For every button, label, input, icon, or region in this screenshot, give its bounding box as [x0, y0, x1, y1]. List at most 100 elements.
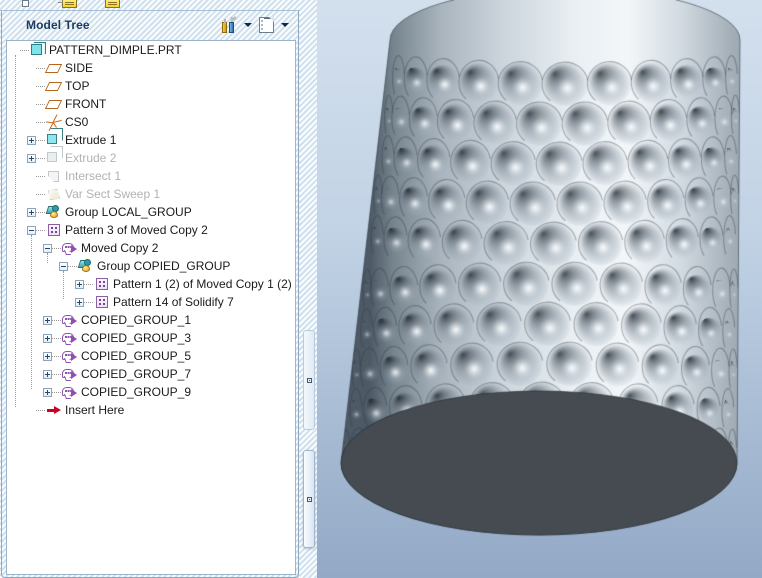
tree-item-extrude-2[interactable]: Extrude 2 [7, 149, 295, 167]
model-tree-panel: Model Tree PATTERN_DIMPLE.PRT SIDE TOP F… [1, 11, 299, 578]
tree-expand-icon[interactable] [75, 297, 84, 307]
tree-item-label: COPIED_GROUP_5 [81, 349, 192, 363]
tree-item-label: CS0 [65, 115, 89, 129]
extrude-feature-icon [46, 132, 62, 148]
dock-splitter-column [300, 0, 317, 578]
tree-item-var-sect-sweep-1[interactable]: Var Sect Sweep 1 [7, 185, 295, 203]
tree-item-label: Pattern 3 of Moved Copy 2 [65, 223, 208, 237]
tree-item-label: Insert Here [65, 403, 125, 417]
blank-page-icon[interactable] [22, 0, 29, 7]
tree-item-insert-here[interactable]: Insert Here [7, 401, 295, 419]
tree-connector-line [36, 67, 45, 69]
extrude-feature-icon [46, 150, 62, 166]
tree-item-copied-group-3[interactable]: COPIED_GROUP_3 [7, 329, 295, 347]
moved-copy-icon [62, 240, 78, 256]
tree-item-copied-group-9[interactable]: COPIED_GROUP_9 [7, 383, 295, 401]
tree-guide-line [15, 55, 16, 407]
cylinder-dimple-model[interactable] [317, 0, 762, 578]
tree-item-label: FRONT [65, 97, 107, 111]
tree-connector-line [36, 103, 45, 105]
tree-item-label: COPIED_GROUP_1 [81, 313, 192, 327]
left-dock-panel: Model Tree PATTERN_DIMPLE.PRT SIDE TOP F… [0, 11, 317, 578]
tree-item-group-copied-group[interactable]: Group COPIED_GROUP [7, 257, 295, 275]
tree-settings-icon [221, 16, 238, 33]
tree-connector-line [84, 301, 93, 303]
tree-item-pattern-3-of-moved-copy-2[interactable]: Pattern 3 of Moved Copy 2 [7, 221, 295, 239]
tree-connector-line [20, 49, 29, 51]
pattern-icon [94, 276, 110, 292]
tree-item-label: COPIED_GROUP_9 [81, 385, 192, 399]
moved-copy-icon [62, 366, 78, 382]
tree-item-extrude-1[interactable]: Extrude 1 [7, 131, 295, 149]
pattern-icon [46, 222, 62, 238]
tree-item-datum-front[interactable]: FRONT [7, 95, 295, 113]
tree-expand-icon[interactable] [43, 333, 52, 343]
datum-plane-icon [44, 96, 63, 112]
tree-settings-dropdown[interactable] [241, 14, 254, 35]
tree-connector-line [52, 319, 61, 321]
tree-connector-line [52, 391, 61, 393]
moved-copy-icon [62, 348, 78, 364]
tree-item-label: Group LOCAL_GROUP [65, 205, 192, 219]
chevron-down-icon [243, 22, 252, 27]
tree-collapse-icon[interactable] [59, 261, 68, 271]
chevron-down-icon [280, 22, 289, 27]
tree-expand-icon[interactable] [43, 315, 52, 325]
model-tree-header: Model Tree [2, 11, 298, 38]
tree-connector-line [52, 247, 61, 249]
tree-collapse-icon[interactable] [27, 225, 36, 235]
group-icon [45, 204, 62, 220]
tree-settings-button[interactable] [218, 14, 240, 35]
annotation-note-icon[interactable] [105, 0, 120, 8]
graphics-viewport[interactable] [317, 0, 762, 578]
tree-item-label: Moved Copy 2 [81, 241, 159, 255]
tree-connector-line [36, 121, 45, 123]
tree-expand-icon[interactable] [27, 207, 36, 217]
tree-item-copied-group-1[interactable]: COPIED_GROUP_1 [7, 311, 295, 329]
tree-expand-icon[interactable] [43, 387, 52, 397]
tree-display-button[interactable] [255, 14, 277, 35]
tree-item-datum-side[interactable]: SIDE [7, 59, 295, 77]
page-title: Model Tree [26, 17, 90, 32]
tree-item-copied-group-5[interactable]: COPIED_GROUP_5 [7, 347, 295, 365]
tree-collapse-icon[interactable] [43, 243, 52, 253]
tree-item-datum-top[interactable]: TOP [7, 77, 295, 95]
tree-item-moved-copy-2[interactable]: Moved Copy 2 [7, 239, 295, 257]
top-toolbar-strip [0, 0, 317, 11]
tree-connector-line [36, 211, 45, 213]
tree-item-intersect-1[interactable]: Intersect 1 [7, 167, 295, 185]
tree-item-label: Intersect 1 [65, 169, 122, 183]
moved-copy-icon [62, 312, 78, 328]
tree-expand-icon[interactable] [75, 279, 84, 289]
tree-display-list-icon [258, 16, 274, 33]
tree-expand-icon[interactable] [43, 351, 52, 361]
panel-splitter-lower[interactable] [303, 450, 315, 548]
tree-item-copied-group-7[interactable]: COPIED_GROUP_7 [7, 365, 295, 383]
tree-item-group-local-group[interactable]: Group LOCAL_GROUP [7, 203, 295, 221]
tree-item-label: Var Sect Sweep 1 [65, 187, 161, 201]
tree-item-pattern-1-2-of-moved-copy-1-2[interactable]: Pattern 1 (2) of Moved Copy 1 (2) [7, 275, 295, 293]
tree-guide-line [63, 271, 64, 299]
model-tree-list[interactable]: PATTERN_DIMPLE.PRT SIDE TOP FRONT CS0 Extrude… [6, 40, 296, 575]
tree-connector-line [36, 409, 45, 411]
pattern-icon [94, 294, 110, 310]
tree-item-label: TOP [65, 79, 90, 93]
tree-connector-line [84, 283, 93, 285]
datum-plane-icon [44, 78, 63, 94]
annotation-note-icon[interactable] [58, 0, 77, 8]
tree-connector-line [36, 193, 45, 195]
moved-copy-icon [62, 384, 78, 400]
model-tree-toolbar [218, 14, 294, 35]
tree-expand-icon[interactable] [27, 135, 36, 145]
tree-display-dropdown[interactable] [278, 14, 291, 35]
panel-splitter-upper[interactable] [303, 330, 315, 430]
tree-item-part-root[interactable]: PATTERN_DIMPLE.PRT [7, 41, 295, 59]
tree-item-csys-cs0[interactable]: CS0 [7, 113, 295, 131]
tree-expand-icon[interactable] [43, 369, 52, 379]
splitter-grip-icon [306, 496, 312, 502]
tree-item-label: SIDE [65, 61, 94, 75]
tree-connector-line [36, 229, 45, 231]
tree-item-pattern-14-of-solidify-7[interactable]: Pattern 14 of Solidify 7 [7, 293, 295, 311]
tree-expand-icon[interactable] [27, 153, 36, 163]
tree-item-label: Pattern 1 (2) of Moved Copy 1 (2) [113, 277, 292, 291]
